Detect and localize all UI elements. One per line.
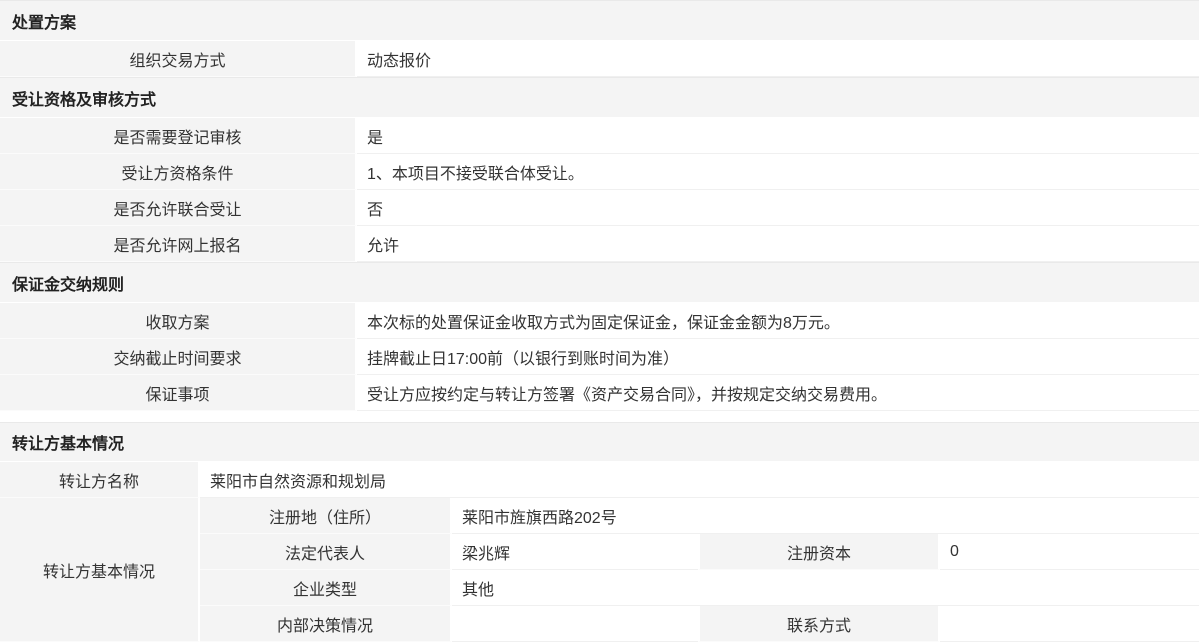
field-label-joint-transfer: 是否允许联合受让 xyxy=(0,190,357,226)
field-label-contact: 联系方式 xyxy=(698,606,940,642)
transferor-info-table: 转让方名称 莱阳市自然资源和规划局 转让方基本情况 注册地（住所） 莱阳市旌旗西… xyxy=(0,462,1199,642)
disposal-plan-section: 处置方案 组织交易方式 动态报价 xyxy=(0,0,1199,77)
table-row: 是否允许网上报名 允许 xyxy=(0,226,1199,262)
asset-listing-detail-page: 处置方案 组织交易方式 动态报价 受让资格及审核方式 是否需要登记审核 是 受让… xyxy=(0,0,1199,642)
field-value-internal-decision xyxy=(452,606,698,642)
field-value-guarantee-matters: 受让方应按约定与转让方签署《资产交易合同》，并按规定交纳交易费用。 xyxy=(357,375,1199,411)
field-label-payment-deadline: 交纳截止时间要求 xyxy=(0,339,357,375)
deposit-rules-section: 保证金交纳规则 收取方案 本次标的处置保证金收取方式为固定保证金，保证金金额为8… xyxy=(0,262,1199,411)
field-label-enterprise-type: 企业类型 xyxy=(200,570,452,606)
field-value-enterprise-type: 其他 xyxy=(452,570,1199,606)
table-row: 是否需要登记审核 是 xyxy=(0,118,1199,154)
field-label-registered-capital: 注册资本 xyxy=(698,534,940,570)
field-label-internal-decision: 内部决策情况 xyxy=(200,606,452,642)
field-value-registered-capital: 0 xyxy=(940,534,1199,570)
field-value-payment-deadline: 挂牌截止日17:00前（以银行到账时间为准） xyxy=(357,339,1199,375)
field-label-transferee-conditions: 受让方资格条件 xyxy=(0,154,357,190)
field-value-collection-plan: 本次标的处置保证金收取方式为固定保证金，保证金金额为8万元。 xyxy=(357,303,1199,339)
field-value-legal-representative: 梁兆辉 xyxy=(452,534,698,570)
section-title: 保证金交纳规则 xyxy=(12,271,124,295)
section-title: 处置方案 xyxy=(12,9,76,33)
section-header-transferee-qualification: 受让资格及审核方式 xyxy=(0,77,1199,118)
field-value-transferee-conditions: 1、本项目不接受联合体受让。 xyxy=(357,154,1199,190)
field-label-transaction-method: 组织交易方式 xyxy=(0,41,357,77)
field-value-transferor-name: 莱阳市自然资源和规划局 xyxy=(200,462,1199,498)
table-row: 是否允许联合受让 否 xyxy=(0,190,1199,226)
field-label-transferor-name: 转让方名称 xyxy=(0,462,200,498)
field-label-registration-review: 是否需要登记审核 xyxy=(0,118,357,154)
transferee-qualification-section: 受让资格及审核方式 是否需要登记审核 是 受让方资格条件 1、本项目不接受联合体… xyxy=(0,77,1199,262)
section-title: 受让资格及审核方式 xyxy=(12,86,156,110)
section-header-transferor-info: 转让方基本情况 xyxy=(0,422,1199,462)
group-label-transferor-basic-info: 转让方基本情况 xyxy=(0,498,200,642)
section-header-disposal-plan: 处置方案 xyxy=(0,0,1199,41)
field-value-contact xyxy=(940,606,1199,642)
field-label-registered-address: 注册地（住所） xyxy=(200,498,452,534)
field-label-guarantee-matters: 保证事项 xyxy=(0,375,357,411)
field-value-registration-review: 是 xyxy=(357,118,1199,154)
field-value-online-signup: 允许 xyxy=(357,226,1199,262)
field-value-joint-transfer: 否 xyxy=(357,190,1199,226)
section-header-deposit-rules: 保证金交纳规则 xyxy=(0,262,1199,303)
transferor-info-section: 转让方基本情况 转让方名称 莱阳市自然资源和规划局 转让方基本情况 注册地（住所… xyxy=(0,422,1199,642)
table-row: 组织交易方式 动态报价 xyxy=(0,41,1199,77)
section-title: 转让方基本情况 xyxy=(12,430,124,454)
field-label-online-signup: 是否允许网上报名 xyxy=(0,226,357,262)
table-row: 收取方案 本次标的处置保证金收取方式为固定保证金，保证金金额为8万元。 xyxy=(0,303,1199,339)
table-row: 保证事项 受让方应按约定与转让方签署《资产交易合同》，并按规定交纳交易费用。 xyxy=(0,375,1199,411)
field-label-collection-plan: 收取方案 xyxy=(0,303,357,339)
field-label-legal-representative: 法定代表人 xyxy=(200,534,452,570)
table-row: 交纳截止时间要求 挂牌截止日17:00前（以银行到账时间为准） xyxy=(0,339,1199,375)
field-value-transaction-method: 动态报价 xyxy=(357,41,1199,77)
field-value-registered-address: 莱阳市旌旗西路202号 xyxy=(452,498,1199,534)
table-row: 受让方资格条件 1、本项目不接受联合体受让。 xyxy=(0,154,1199,190)
